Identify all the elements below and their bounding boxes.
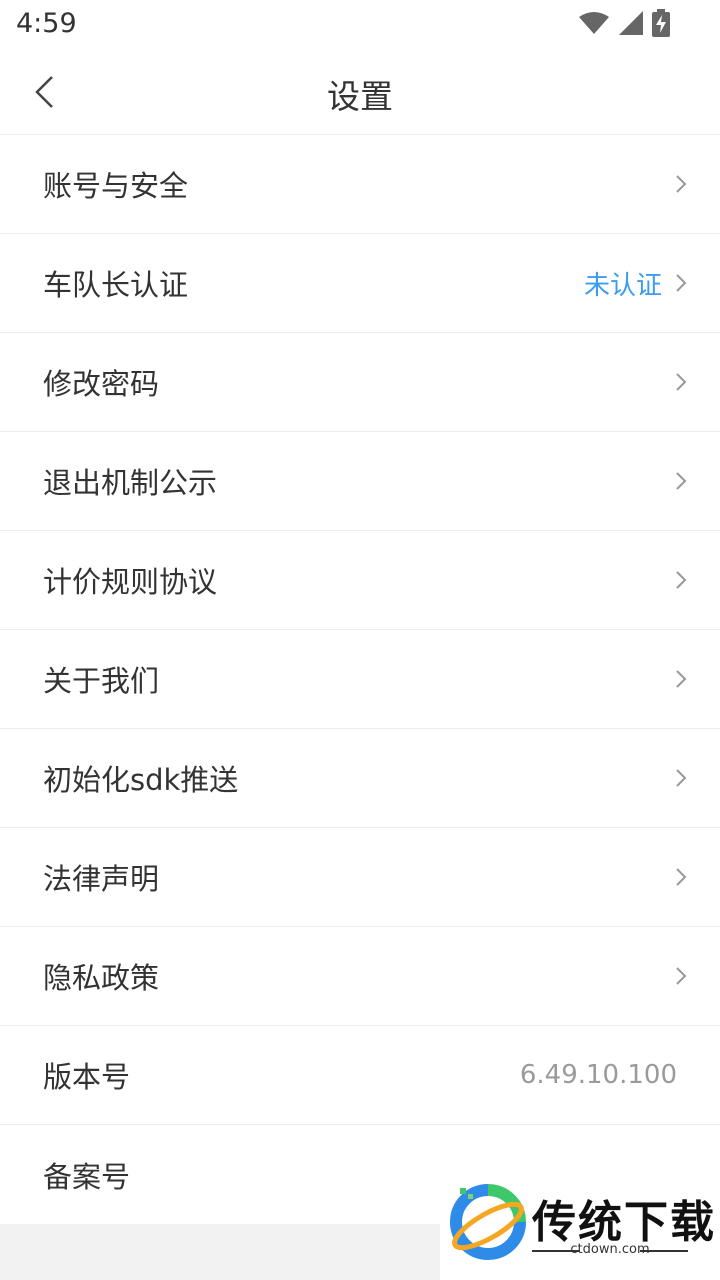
settings-item-version: 版本号 6.49.10.100 <box>0 1026 720 1125</box>
watermark: 传统下载 ctdown.com <box>440 1170 720 1280</box>
page-title: 设置 <box>327 77 393 116</box>
settings-item-change-password[interactable]: 修改密码 <box>0 333 720 432</box>
wifi-icon <box>579 12 609 34</box>
watermark-brand: 传统下载 <box>532 1197 716 1248</box>
settings-item-legal-notice[interactable]: 法律声明 <box>0 828 720 927</box>
settings-item-pricing-agreement[interactable]: 计价规则协议 <box>0 531 720 630</box>
status-time: 4:59 <box>16 8 77 39</box>
chevron-right-icon <box>676 571 687 589</box>
settings-item-privacy-policy[interactable]: 隐私政策 <box>0 927 720 1026</box>
cell-signal-icon <box>619 11 643 35</box>
watermark-divider <box>640 1250 688 1252</box>
settings-item-label: 备案号 <box>43 1159 131 1194</box>
chevron-right-icon <box>676 670 687 688</box>
settings-item-fleet-captain-verification[interactable]: 车队长认证 未认证 <box>0 234 720 333</box>
settings-item-account-security[interactable]: 账号与安全 <box>0 135 720 234</box>
verification-status: 未认证 <box>583 270 662 301</box>
settings-item-init-sdk-push[interactable]: 初始化sdk推送 <box>0 729 720 828</box>
chevron-right-icon <box>676 868 687 886</box>
chevron-right-icon <box>676 274 687 292</box>
settings-item-label: 初始化sdk推送 <box>43 763 239 797</box>
settings-list: 账号与安全 车队长认证 未认证 修改密码 退出机制公示 计价规则协议 关于我们 … <box>0 135 720 1224</box>
settings-item-label: 退出机制公示 <box>43 466 218 500</box>
settings-item-label: 账号与安全 <box>43 169 189 203</box>
settings-item-label: 关于我们 <box>43 664 160 698</box>
settings-item-label: 车队长认证 <box>43 268 189 302</box>
settings-item-about-us[interactable]: 关于我们 <box>0 630 720 729</box>
version-number: 6.49.10.100 <box>519 1060 677 1090</box>
chevron-right-icon <box>676 967 687 985</box>
settings-item-label: 计价规则协议 <box>43 565 218 599</box>
chevron-right-icon <box>676 175 687 193</box>
chevron-right-icon <box>676 472 687 490</box>
chevron-right-icon <box>676 769 687 787</box>
battery-charging-icon <box>652 9 670 37</box>
settings-item-exit-mechanism[interactable]: 退出机制公示 <box>0 432 720 531</box>
settings-item-label: 隐私政策 <box>43 961 160 995</box>
status-icons <box>578 8 670 38</box>
navigation-bar: 设置 <box>0 50 720 135</box>
brand-logo-icon <box>450 1184 526 1260</box>
status-bar: 4:59 <box>0 0 720 50</box>
settings-item-label: 修改密码 <box>43 367 160 401</box>
settings-item-label: 法律声明 <box>43 862 160 896</box>
settings-item-label: 版本号 <box>43 1060 131 1094</box>
chevron-right-icon <box>676 373 687 391</box>
